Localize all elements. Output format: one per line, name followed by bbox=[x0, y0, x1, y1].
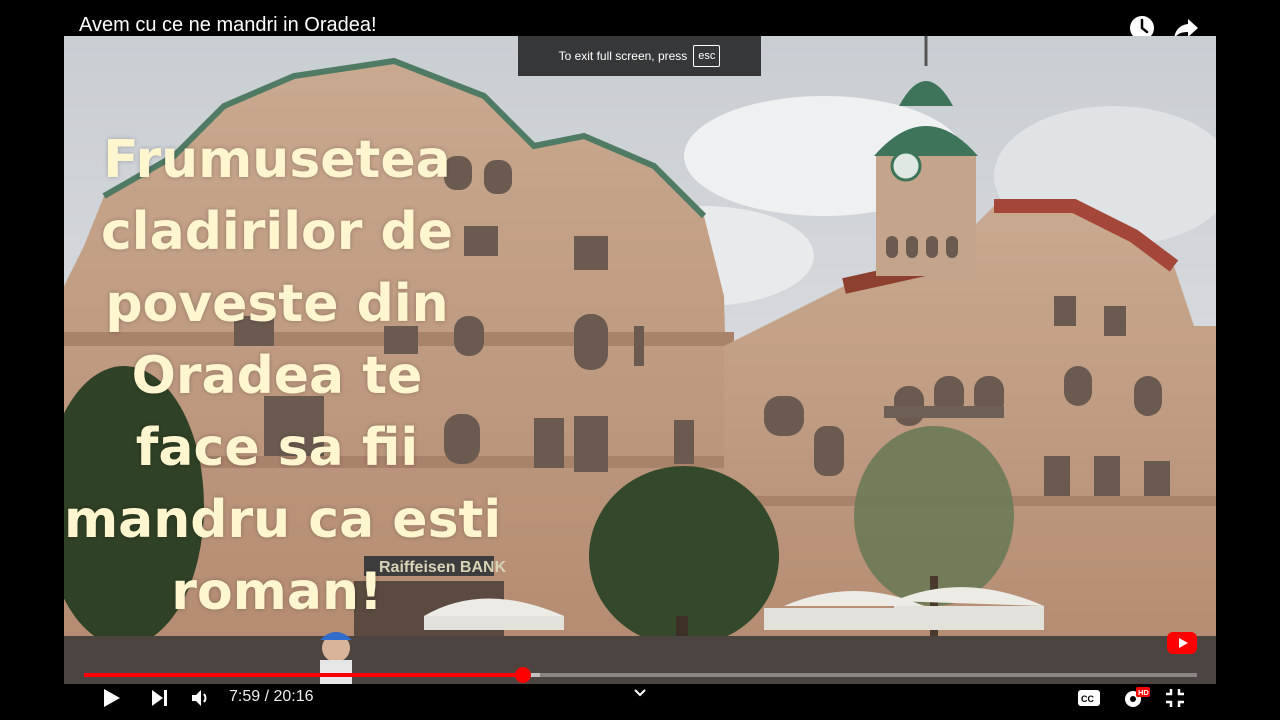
exit-fullscreen-icon[interactable] bbox=[1165, 688, 1185, 708]
captions-icon[interactable]: CC bbox=[1077, 689, 1101, 707]
chevron-down-icon[interactable] bbox=[633, 688, 647, 698]
video-title[interactable]: Avem cu ce ne mandri in Oradea! bbox=[79, 14, 377, 37]
duration: 20:16 bbox=[273, 688, 314, 705]
next-icon[interactable] bbox=[150, 689, 170, 707]
exit-fullscreen-hint-text: To exit full screen, press bbox=[558, 49, 688, 63]
overlay-line: Oradea te bbox=[131, 346, 423, 406]
overlay-line: poveste din bbox=[105, 274, 449, 334]
overlay-line: roman! bbox=[171, 562, 383, 622]
exit-fullscreen-hint: To exit full screen, press esc bbox=[518, 36, 761, 76]
gear-icon[interactable]: HD bbox=[1122, 686, 1150, 710]
overlay-line: mandru ca esti bbox=[64, 490, 502, 550]
overlay-line: Frumusetea bbox=[103, 130, 451, 190]
overlay-line: cladirilor de bbox=[100, 202, 454, 262]
time-display: 7:59 / 20:16 bbox=[229, 688, 314, 706]
current-time: 7:59 bbox=[229, 688, 261, 705]
progress-played bbox=[84, 673, 523, 677]
youtube-icon[interactable] bbox=[1167, 632, 1197, 654]
progress-bar[interactable] bbox=[84, 667, 1197, 683]
play-icon[interactable] bbox=[102, 688, 122, 708]
hd-badge: HD bbox=[1138, 688, 1149, 697]
time-separator: / bbox=[260, 688, 274, 705]
video-overlay-caption: Frumusetea cladirilor de poveste din Ora… bbox=[64, 124, 502, 628]
volume-icon[interactable] bbox=[191, 689, 211, 707]
video-frame[interactable]: Raiffeisen BANK Frumusetea cladirilor de… bbox=[64, 36, 1216, 684]
progress-scrubber[interactable] bbox=[514, 667, 531, 683]
svg-text:CC: CC bbox=[1081, 694, 1094, 704]
overlay-line: face sa fii bbox=[135, 418, 419, 478]
esc-key-badge: esc bbox=[693, 45, 721, 67]
